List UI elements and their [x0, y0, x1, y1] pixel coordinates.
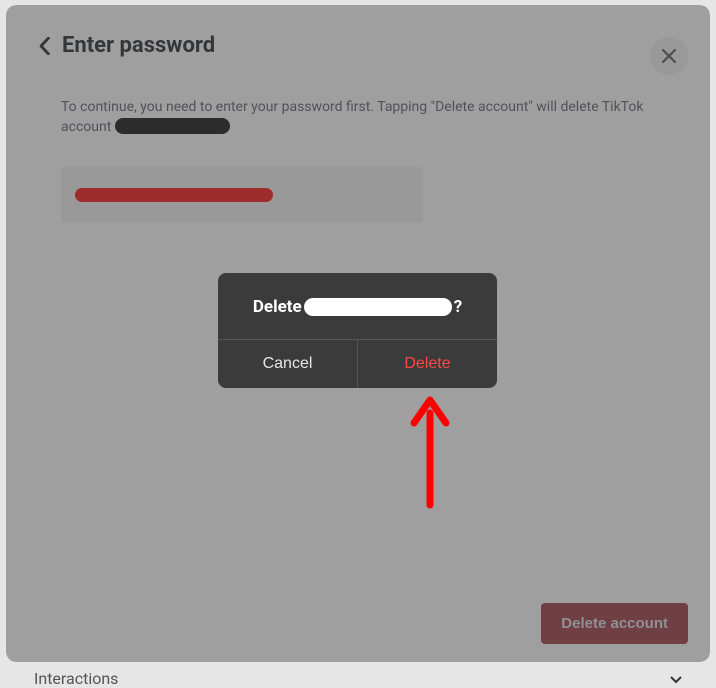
confirm-delete-button[interactable]: Delete: [358, 340, 497, 388]
confirm-dialog-buttons: Cancel Delete: [218, 339, 497, 388]
confirm-delete-dialog: Delete ? Cancel Delete: [218, 273, 497, 388]
redacted-confirm-username: [304, 298, 452, 316]
interactions-label: Interactions: [34, 669, 118, 688]
confirm-dialog-title: Delete ?: [218, 273, 497, 339]
chevron-down-icon: [670, 669, 682, 688]
background-row: Interactions: [34, 669, 682, 688]
cancel-button[interactable]: Cancel: [218, 340, 358, 388]
